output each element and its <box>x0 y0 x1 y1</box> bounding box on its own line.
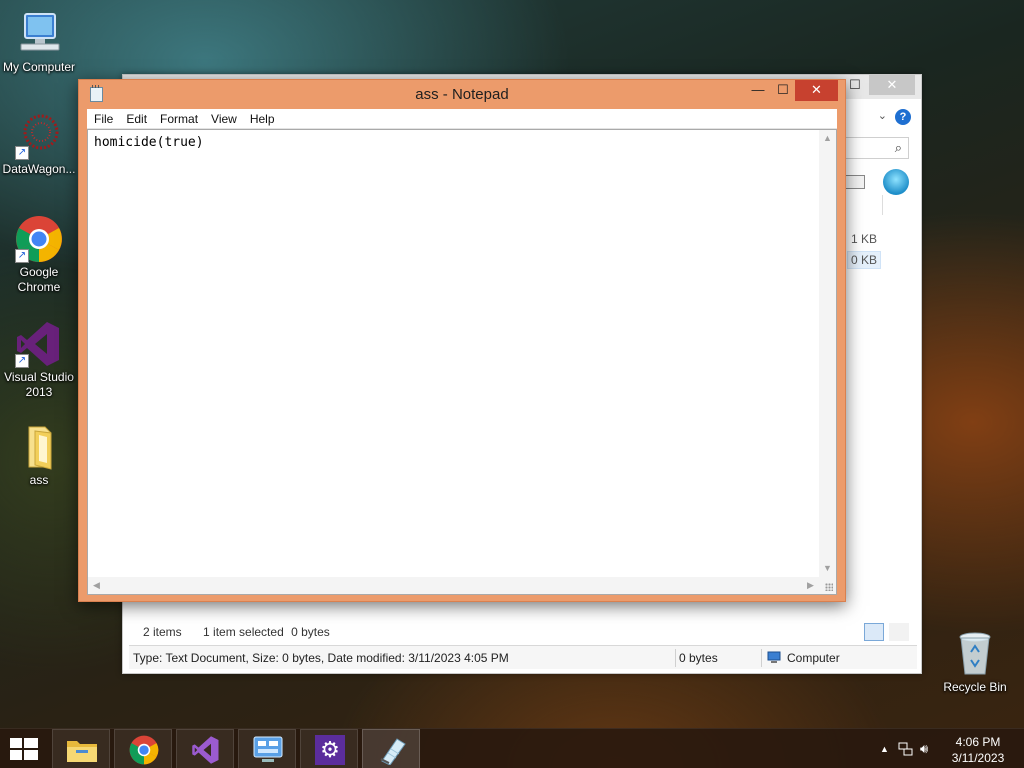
shortcut-arrow-icon: ↗ <box>15 146 29 160</box>
desktop-icon-label: Recycle Bin <box>943 680 1007 694</box>
taskbar-visual-studio[interactable] <box>176 729 234 768</box>
volume-icon[interactable]: 🔊︎ <box>920 741 928 757</box>
explorer-status-bar: 2 items 1 item selected 0 bytes <box>143 625 348 639</box>
desktop-icon-ass-folder[interactable]: ass <box>0 423 78 488</box>
taskbar-control-panel[interactable] <box>238 729 296 768</box>
file-size-cell-selected[interactable]: 0 KB <box>847 251 882 269</box>
details-size: 0 bytes <box>679 651 718 665</box>
explorer-close-button[interactable]: ✕ <box>869 75 915 95</box>
chrome-icon: ↗ <box>15 215 63 263</box>
desktop-icon-visual-studio[interactable]: ↗ Visual Studio 2013 <box>0 320 78 400</box>
text-editor-area[interactable]: homicide(true) ▲ ▼ ◀ ▶ <box>87 129 837 595</box>
chevron-down-icon[interactable]: ⌄ <box>878 109 887 122</box>
search-icon: ⌕ <box>894 140 902 155</box>
maximize-button[interactable]: ☐ <box>771 80 795 101</box>
explorer-details-bar: Type: Text Document, Size: 0 bytes, Date… <box>129 645 917 669</box>
taskbar-notepad[interactable] <box>362 729 420 768</box>
gear-icon: ⚙ <box>315 735 345 765</box>
desktop-icon-label: My Computer <box>2 60 76 74</box>
menu-file[interactable]: File <box>88 109 119 129</box>
shell-icon <box>883 169 909 195</box>
chrome-icon <box>129 735 159 765</box>
recycle-bin-icon <box>951 630 999 678</box>
computer-icon <box>767 646 781 670</box>
folder-icon <box>15 423 63 471</box>
taskbar-file-explorer[interactable] <box>52 729 110 768</box>
scroll-up-icon[interactable]: ▲ <box>819 130 836 147</box>
window-title: ass - Notepad <box>415 86 509 103</box>
explorer-maximize-button[interactable]: ☐ <box>843 75 867 95</box>
clock-date: 3/11/2023 <box>951 751 1005 765</box>
help-icon[interactable]: ? <box>895 109 911 125</box>
preview-pane-button[interactable] <box>845 175 865 189</box>
desktop-icon-datawagon[interactable]: ↗ DataWagon... <box>0 112 78 177</box>
resize-grip[interactable] <box>819 577 836 594</box>
selection-size: 0 bytes <box>291 625 330 639</box>
notepad-window[interactable]: ass - Notepad — ☐ ✕ File Edit Format View He… <box>78 79 846 602</box>
clock[interactable]: 4:06 PM 3/11/2023 <box>948 734 1008 766</box>
datawagon-icon: ↗ <box>15 112 63 160</box>
menu-edit[interactable]: Edit <box>120 109 153 129</box>
folder-icon <box>67 741 97 762</box>
desktop-icon-google-chrome[interactable]: ↗ Google Chrome <box>0 215 78 295</box>
clock-time: 4:06 PM <box>955 735 1001 749</box>
windows-logo-icon <box>10 738 38 760</box>
details-location: Computer <box>787 651 840 665</box>
close-button[interactable]: ✕ <box>795 80 838 101</box>
scroll-right-icon[interactable]: ▶ <box>802 577 819 594</box>
desktop-icon-label: DataWagon... <box>2 162 76 176</box>
file-details-text: Type: Text Document, Size: 0 bytes, Date… <box>133 651 509 665</box>
divider <box>882 195 883 215</box>
menu-format[interactable]: Format <box>154 109 204 129</box>
start-button[interactable] <box>0 729 58 768</box>
vertical-scrollbar[interactable]: ▲ ▼ <box>819 130 836 577</box>
notepad-title-bar[interactable]: ass - Notepad — ☐ ✕ <box>79 80 845 108</box>
divider <box>761 649 762 667</box>
taskbar: ⚙ ▲ 🔊︎ 4:06 PM 3/11/2023 <box>0 728 1024 768</box>
desktop-icon-label: Google Chrome <box>17 265 61 294</box>
scroll-left-icon[interactable]: ◀ <box>88 577 105 594</box>
document-text[interactable]: homicide(true) <box>94 135 204 150</box>
show-hidden-icons-icon[interactable]: ▲ <box>880 744 889 754</box>
shortcut-arrow-icon: ↗ <box>15 354 29 368</box>
details-view-button[interactable] <box>863 623 884 641</box>
desktop-icon-my-computer[interactable]: My Computer <box>0 10 78 75</box>
network-icon[interactable] <box>898 741 914 760</box>
notepad-icon <box>380 738 406 765</box>
horizontal-scrollbar[interactable]: ◀ ▶ <box>88 577 819 594</box>
desktop-icon-recycle-bin[interactable]: Recycle Bin <box>936 630 1014 695</box>
taskbar-settings[interactable]: ⚙ <box>300 729 358 768</box>
view-buttons <box>862 623 909 641</box>
minimize-button[interactable]: — <box>745 80 771 101</box>
desktop-icon-label: ass <box>29 473 49 487</box>
visual-studio-icon: ↗ <box>15 320 63 368</box>
item-count: 2 items <box>143 625 182 639</box>
computer-icon <box>15 10 63 58</box>
large-icons-view-button[interactable] <box>889 623 909 641</box>
visual-studio-icon <box>192 736 219 764</box>
taskbar-chrome[interactable] <box>114 729 172 768</box>
scroll-down-icon[interactable]: ▼ <box>819 560 836 577</box>
shortcut-arrow-icon: ↗ <box>15 249 29 263</box>
selection-count: 1 item selected <box>203 625 284 639</box>
file-size-cell: 1 KB <box>851 232 878 246</box>
desktop-icon-label: Visual Studio 2013 <box>4 370 74 399</box>
menu-bar: File Edit Format View Help <box>87 109 837 129</box>
menu-view[interactable]: View <box>205 109 243 129</box>
menu-help[interactable]: Help <box>244 109 281 129</box>
divider <box>675 649 676 667</box>
system-tray: ▲ 🔊︎ 4:06 PM 3/11/2023 <box>864 729 1024 768</box>
control-panel-icon <box>253 736 283 762</box>
